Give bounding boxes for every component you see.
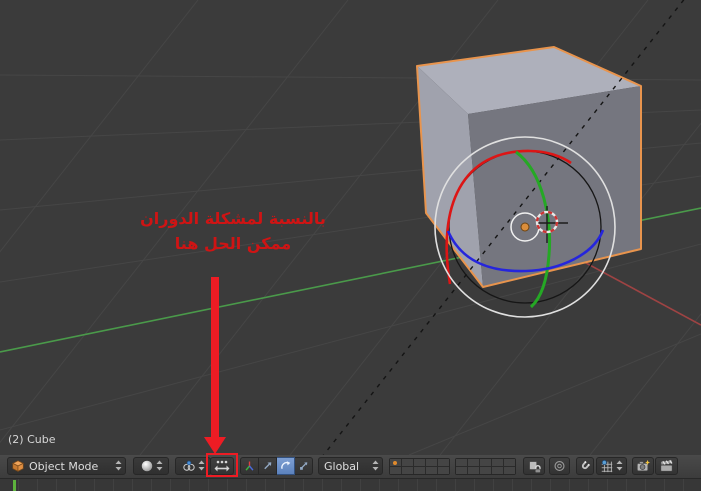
pivot-point-icon bbox=[182, 460, 195, 471]
manipulator-toggle-button[interactable] bbox=[210, 457, 234, 475]
viewport-shading-dropdown[interactable] bbox=[133, 457, 169, 475]
layer-toggle[interactable] bbox=[414, 459, 425, 466]
layer-toggle[interactable] bbox=[438, 467, 449, 474]
layer-toggle[interactable] bbox=[402, 459, 413, 466]
viewport-header: Object Mode Global bbox=[0, 455, 701, 479]
cube-icon bbox=[11, 460, 25, 472]
3d-viewport[interactable]: (2) Cube بالنسبة لمشكلة الدوران ممكن الح… bbox=[0, 0, 701, 455]
proportional-edit-button[interactable] bbox=[549, 457, 570, 475]
snap-element-dropdown[interactable] bbox=[596, 457, 627, 475]
snap-toggle-button[interactable] bbox=[576, 457, 594, 475]
layer-toggle[interactable] bbox=[468, 467, 479, 474]
axis-widget-icon bbox=[245, 461, 254, 471]
layer-toggle[interactable] bbox=[426, 459, 437, 466]
viewport-info-text: (2) Cube bbox=[8, 433, 56, 446]
opengl-render-camera-icon bbox=[636, 459, 650, 472]
opengl-render-button[interactable] bbox=[632, 457, 654, 475]
layer-toggle[interactable] bbox=[492, 459, 503, 466]
mode-dropdown-label: Object Mode bbox=[29, 459, 99, 473]
scale-widget-icon bbox=[300, 462, 308, 470]
annotation-line2: ممكن الحل هنا bbox=[174, 234, 292, 253]
layer-toggle[interactable] bbox=[504, 467, 515, 474]
updown-arrows-icon bbox=[372, 460, 379, 471]
scale-manipulator-button[interactable] bbox=[295, 457, 313, 475]
opengl-render-anim-button[interactable] bbox=[655, 457, 678, 475]
annotation-text: بالنسبة لمشكلة الدوران ممكن الحل هنا bbox=[128, 206, 338, 256]
manipulator-axis-button[interactable] bbox=[240, 457, 259, 475]
timeline-playhead[interactable] bbox=[13, 480, 16, 491]
proportional-edit-icon bbox=[554, 460, 565, 472]
layer-toggle-active[interactable] bbox=[390, 459, 401, 466]
layer-toggle[interactable] bbox=[426, 467, 437, 474]
layer-toggle[interactable] bbox=[438, 459, 449, 466]
layer-toggle[interactable] bbox=[456, 459, 467, 466]
rotate-widget-icon bbox=[281, 461, 291, 469]
shading-sphere-icon bbox=[141, 460, 152, 472]
translate-manipulator-button[interactable] bbox=[259, 457, 277, 475]
layer-toggle[interactable] bbox=[468, 459, 479, 466]
updown-arrows-icon bbox=[616, 460, 623, 471]
layers-grid-left bbox=[389, 458, 450, 475]
blender-window: (2) Cube بالنسبة لمشكلة الدوران ممكن الح… bbox=[0, 0, 701, 491]
layer-toggle[interactable] bbox=[480, 467, 491, 474]
translate-widget-icon bbox=[264, 462, 272, 470]
magnet-snap-icon bbox=[581, 460, 590, 470]
layer-toggle[interactable] bbox=[492, 467, 503, 474]
layer-toggle[interactable] bbox=[414, 467, 425, 474]
layer-active-dot bbox=[393, 461, 397, 465]
manipulator-widget-group bbox=[240, 457, 313, 475]
layers-grid-right bbox=[455, 458, 516, 475]
layer-toggle[interactable] bbox=[456, 467, 467, 474]
orientation-dropdown-label: Global bbox=[324, 459, 360, 473]
viewport-scene bbox=[0, 0, 701, 455]
updown-arrows-icon bbox=[115, 460, 122, 471]
layer-toggle[interactable] bbox=[480, 459, 491, 466]
manipulator-toggle-icon bbox=[214, 460, 230, 472]
lock-scene-button[interactable] bbox=[523, 457, 545, 475]
layer-toggle[interactable] bbox=[504, 459, 515, 466]
pivot-point-dropdown[interactable] bbox=[175, 457, 211, 475]
timeline-strip[interactable] bbox=[0, 478, 701, 491]
annotation-line1: بالنسبة لمشكلة الدوران bbox=[140, 209, 326, 228]
lock-icon bbox=[529, 461, 541, 473]
updown-arrows-icon bbox=[156, 460, 162, 471]
updown-arrows-icon bbox=[198, 460, 204, 471]
mode-dropdown[interactable]: Object Mode bbox=[7, 457, 126, 475]
rotate-manipulator-button[interactable] bbox=[277, 457, 295, 475]
snap-element-icon bbox=[601, 460, 613, 473]
layer-toggle[interactable] bbox=[390, 467, 401, 474]
layer-toggle[interactable] bbox=[402, 467, 413, 474]
orientation-dropdown[interactable]: Global bbox=[318, 457, 383, 475]
opengl-render-anim-icon bbox=[660, 459, 673, 472]
